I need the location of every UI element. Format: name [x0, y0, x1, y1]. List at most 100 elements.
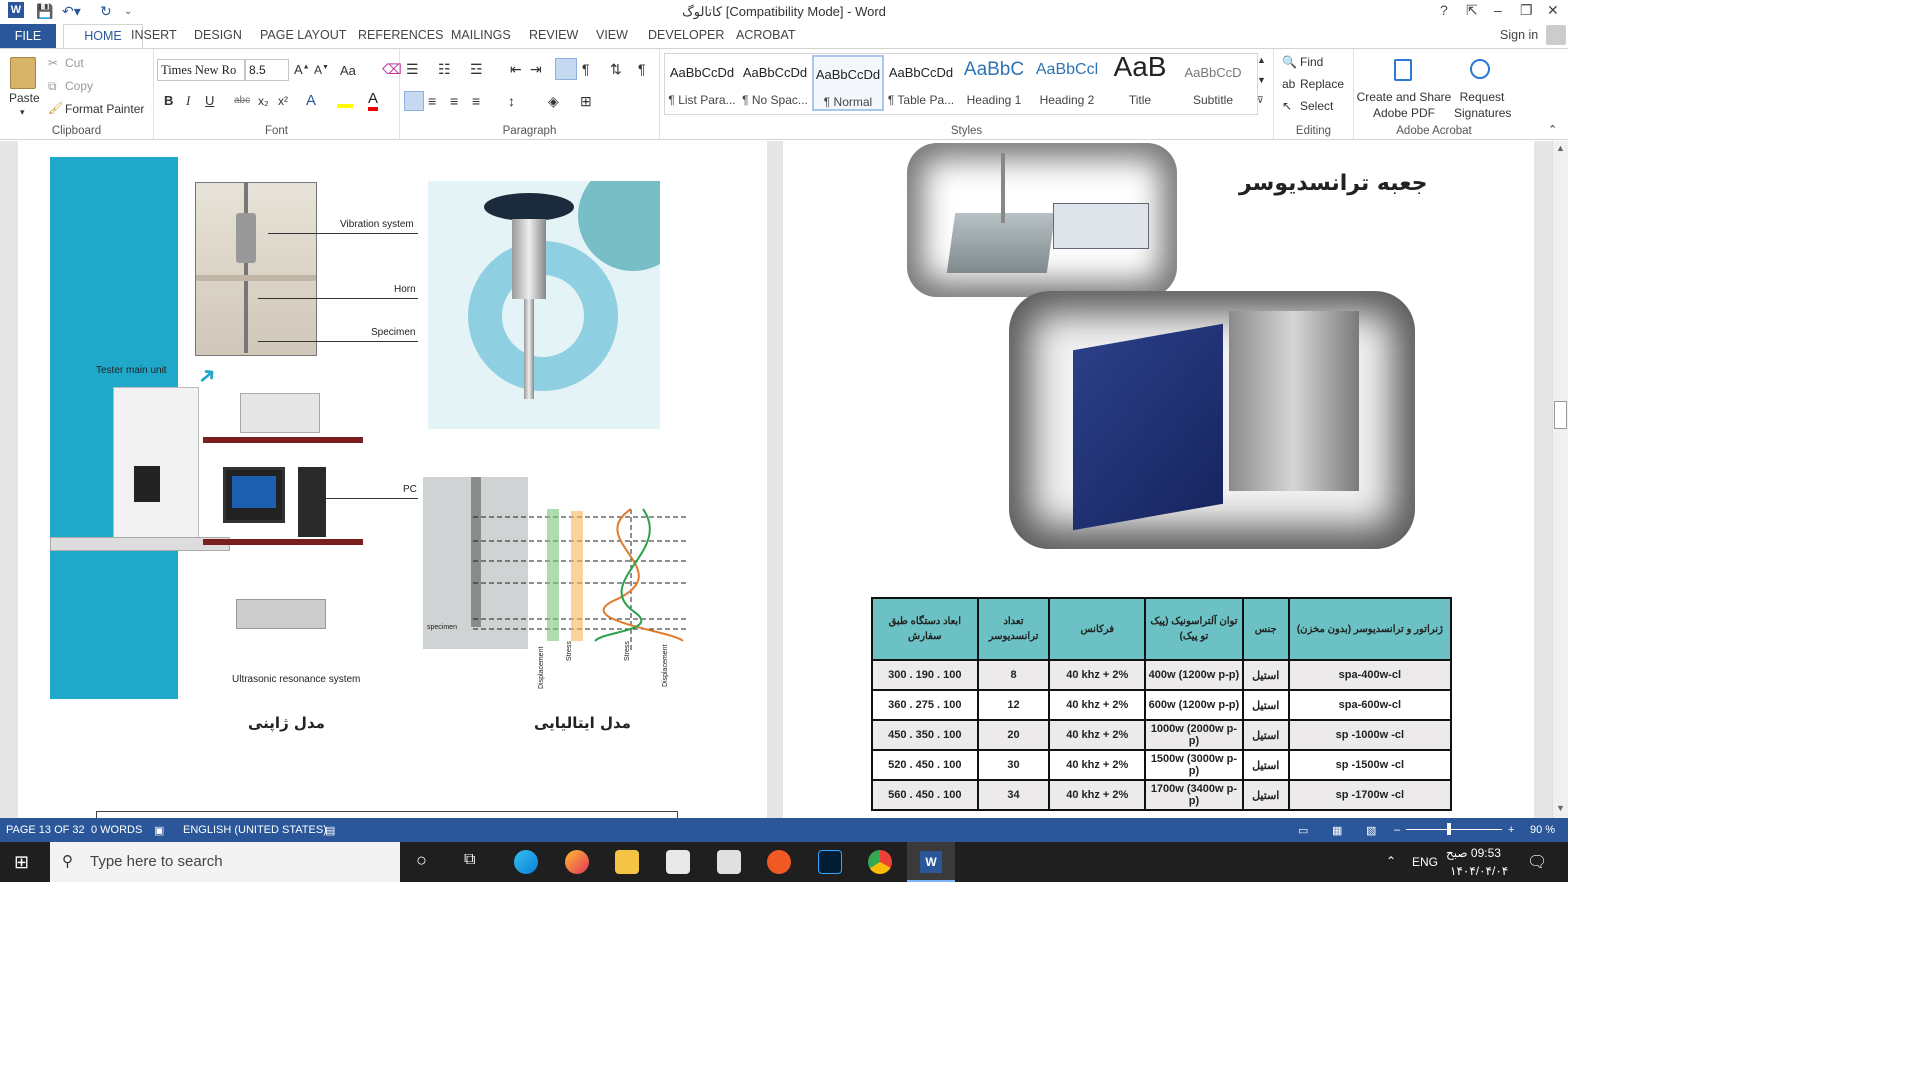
grow-font-icon[interactable]: A▲ [294, 62, 310, 77]
find-button[interactable]: Find [1300, 55, 1323, 69]
shading-icon[interactable]: ◈ [548, 93, 559, 110]
center-icon[interactable]: ≡ [428, 93, 436, 109]
decrease-indent-icon[interactable]: ⇤ [510, 61, 522, 78]
font-color-icon[interactable]: A [368, 91, 379, 111]
shrink-font-icon[interactable]: A▼ [314, 63, 329, 77]
file-explorer-icon[interactable] [615, 850, 639, 874]
input-language[interactable]: ENG [1412, 855, 1438, 869]
request-signatures-icon[interactable] [1470, 59, 1490, 79]
bullets-icon[interactable]: ☰ [406, 61, 419, 78]
page-count[interactable]: PAGE 13 OF 32 [6, 824, 85, 836]
avatar[interactable] [1546, 25, 1566, 45]
copy-button[interactable]: Copy [65, 79, 93, 93]
change-case-button[interactable]: Aa [340, 63, 356, 78]
create-share-pdf-button[interactable]: Create and Share Adobe PDF [1354, 89, 1454, 121]
proofing-icon[interactable]: ▣ [154, 824, 164, 837]
paste-icon[interactable] [10, 57, 36, 89]
tab-design[interactable]: DESIGN [194, 28, 242, 42]
numbering-icon[interactable]: ☷ [438, 61, 451, 78]
vertical-scrollbar[interactable]: ▲ ▼ [1552, 141, 1568, 818]
strikethrough-button[interactable]: abc [234, 95, 250, 106]
request-signatures-button[interactable]: Request Signatures [1454, 89, 1511, 121]
chrome-icon[interactable] [868, 850, 892, 874]
create-pdf-icon[interactable] [1394, 59, 1412, 81]
collapse-ribbon-icon[interactable]: ⌃ [1548, 123, 1557, 136]
font-size-input[interactable]: 8.5 [245, 59, 289, 81]
bold-button[interactable]: B [164, 93, 173, 108]
read-mode-icon[interactable]: ▭ [1298, 824, 1308, 837]
zoom-level[interactable]: 90 % [1530, 824, 1555, 836]
align-left-button-icon[interactable] [404, 91, 424, 111]
increase-indent-icon[interactable]: ⇥ [530, 61, 542, 78]
print-layout-icon[interactable]: ▦ [1332, 824, 1342, 837]
scroll-up-icon[interactable]: ▲ [1556, 143, 1565, 153]
photoshop-icon[interactable] [818, 850, 842, 874]
zoom-out-icon[interactable]: – [1394, 824, 1400, 836]
style-list-paragraph[interactable]: AaBbCcDd ¶ List Para... [666, 55, 738, 111]
sort-icon[interactable]: ⇅ [610, 61, 622, 78]
notifications-icon[interactable]: 🗨 [1527, 852, 1547, 872]
clock-time[interactable]: 09:53 صبح [1446, 846, 1501, 860]
mail-icon[interactable] [717, 850, 741, 874]
edge-icon[interactable] [514, 850, 538, 874]
word-count[interactable]: 0 WORDS [91, 824, 142, 836]
scroll-down-icon[interactable]: ▼ [1556, 803, 1565, 813]
text-effects-icon[interactable]: A [306, 92, 316, 109]
style-no-spacing[interactable]: AaBbCcDd ¶ No Spac... [739, 55, 811, 111]
highlight-icon[interactable] [337, 94, 353, 108]
styles-more-icon[interactable]: ⊽ [1257, 95, 1264, 106]
show-marks-icon[interactable]: ¶ [638, 61, 646, 77]
rtl-icon[interactable]: ¶ [582, 61, 590, 77]
tab-mailings[interactable]: MAILINGS [451, 28, 511, 42]
italic-button[interactable]: I [186, 93, 190, 109]
ribbon-display-icon[interactable]: ⇱ [1466, 2, 1478, 19]
clear-formatting-icon[interactable]: ⌫ [382, 61, 402, 78]
language-indicator[interactable]: ENGLISH (UNITED STATES) [183, 824, 327, 836]
underline-button[interactable]: U [205, 93, 214, 108]
zoom-thumb[interactable] [1447, 823, 1451, 835]
select-button[interactable]: Select [1300, 99, 1333, 113]
paste-button[interactable]: Paste [9, 91, 40, 105]
word-taskbar-button[interactable]: W [907, 842, 955, 882]
tab-developer[interactable]: DEVELOPER [648, 28, 724, 42]
format-painter-button[interactable]: Format Painter [65, 102, 144, 116]
tab-acrobat[interactable]: ACROBAT [736, 28, 796, 42]
web-layout-icon[interactable]: ▧ [1366, 824, 1376, 837]
sign-in-link[interactable]: Sign in [1500, 28, 1538, 42]
styles-scroll-up-icon[interactable]: ▲ [1257, 55, 1266, 65]
tray-chevron-icon[interactable]: ⌃ [1386, 854, 1396, 868]
tab-file[interactable]: FILE [0, 24, 56, 48]
tab-page-layout[interactable]: PAGE LAYOUT [260, 28, 346, 42]
paste-dropdown-icon[interactable]: ▾ [20, 107, 25, 118]
task-view-icon[interactable]: ⧉ [464, 851, 475, 869]
font-name-input[interactable]: Times New Ro [157, 59, 245, 81]
borders-icon[interactable]: ⊞ [580, 93, 592, 110]
replace-button[interactable]: Replace [1300, 77, 1344, 91]
ltr-button-icon[interactable] [555, 58, 577, 80]
style-table-paragraph[interactable]: AaBbCcDd ¶ Table Pa... [885, 55, 957, 111]
firefox-icon[interactable] [565, 850, 589, 874]
style-normal[interactable]: AaBbCcDd ¶ Normal [812, 55, 884, 111]
subscript-button[interactable]: x₂ [258, 94, 269, 108]
cortana-icon[interactable]: ○ [416, 850, 427, 871]
clock-date[interactable]: ۱۴۰۴/۰۴/۰۴ [1450, 864, 1508, 878]
zoom-slider[interactable] [1406, 829, 1502, 830]
app-icon[interactable] [767, 850, 791, 874]
help-button[interactable]: ? [1440, 2, 1448, 18]
align-right-icon[interactable]: ≡ [450, 93, 458, 109]
windows-start-icon[interactable]: ⊞ [14, 852, 29, 873]
tab-view[interactable]: VIEW [596, 28, 628, 42]
style-subtitle[interactable]: AaBbCcD Subtitle [1177, 55, 1249, 111]
style-heading-1[interactable]: AaBbC Heading 1 [958, 55, 1030, 111]
restore-button[interactable]: ❐ [1520, 2, 1533, 19]
scroll-thumb[interactable] [1554, 401, 1567, 429]
macro-icon[interactable]: ▤ [325, 824, 335, 837]
cut-button[interactable]: Cut [65, 56, 84, 70]
line-spacing-icon[interactable]: ↕ [508, 93, 515, 109]
multilevel-list-icon[interactable]: ☲ [470, 61, 483, 78]
superscript-button[interactable]: x² [278, 94, 288, 108]
search-input[interactable]: Type here to search [90, 853, 223, 870]
zoom-in-icon[interactable]: + [1508, 824, 1514, 836]
style-title[interactable]: AaB Title [1104, 51, 1176, 111]
tab-references[interactable]: REFERENCES [358, 28, 443, 42]
